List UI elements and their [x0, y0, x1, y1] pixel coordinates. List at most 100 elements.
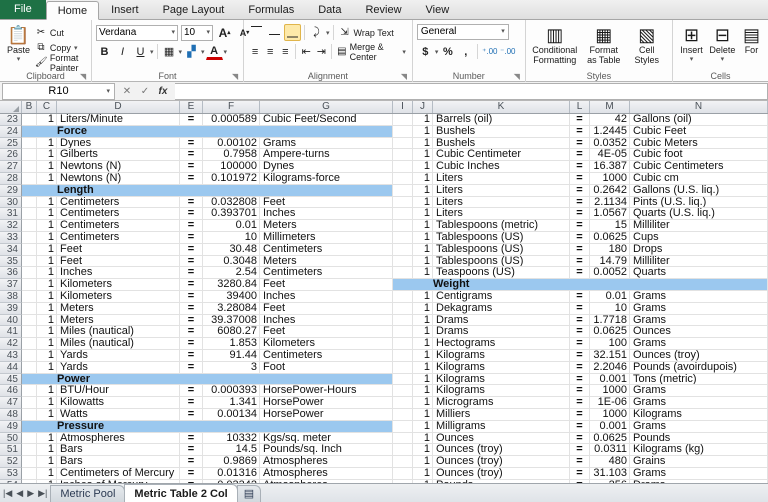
cell-D[interactable]: Bars: [57, 456, 180, 468]
cell-M[interactable]: 1.2445: [590, 126, 630, 138]
cell-J[interactable]: 1: [413, 244, 433, 256]
cell-B[interactable]: [22, 456, 37, 468]
cell-E[interactable]: =: [180, 444, 203, 456]
cell-J[interactable]: 1: [413, 315, 433, 327]
cell-F[interactable]: 10: [203, 232, 260, 244]
cell-E[interactable]: =: [180, 244, 203, 256]
cell-K[interactable]: Tablespoons (US): [433, 244, 570, 256]
row-header[interactable]: 37: [0, 279, 22, 291]
orientation-button[interactable]: ⤸: [308, 24, 325, 41]
cell-L[interactable]: =: [570, 138, 590, 150]
cell-D[interactable]: Newtons (N): [57, 161, 180, 173]
table-row[interactable]: 231Liters/Minute=0.000589Cubic Feet/Seco…: [0, 114, 768, 126]
format-painter-button[interactable]: 🖌 Format Painter: [33, 55, 87, 70]
row-header[interactable]: 31: [0, 208, 22, 220]
cell-N[interactable]: Ounces (troy): [630, 350, 768, 362]
cell-K[interactable]: Milligrams: [433, 421, 570, 433]
cell-J[interactable]: 1: [413, 350, 433, 362]
cell-F[interactable]: 0.00102: [203, 138, 260, 150]
cell-N[interactable]: Pounds: [630, 433, 768, 445]
cell-K[interactable]: Cubic Inches: [433, 161, 570, 173]
cell-F[interactable]: 0.000393: [203, 385, 260, 397]
row-header[interactable]: 51: [0, 444, 22, 456]
cell-N[interactable]: Kilograms: [630, 409, 768, 421]
row-header[interactable]: 25: [0, 138, 22, 150]
cell-B[interactable]: [22, 315, 37, 327]
cell-D[interactable]: Kilometers: [57, 279, 180, 291]
cell-L[interactable]: =: [570, 244, 590, 256]
table-row[interactable]: 501Atmospheres=10332Kgs/sq. meter1Ounces…: [0, 433, 768, 445]
cell-F[interactable]: 0.032808: [203, 197, 260, 209]
increase-indent-button[interactable]: ⇥: [314, 43, 328, 60]
cell-M[interactable]: 10: [590, 303, 630, 315]
bold-button[interactable]: B: [96, 43, 113, 60]
underline-button[interactable]: U: [132, 43, 149, 60]
table-row[interactable]: 391Meters=3.28084Feet1Dekagrams=10Grams: [0, 303, 768, 315]
row-header[interactable]: 27: [0, 161, 22, 173]
cell-B[interactable]: [22, 149, 37, 161]
row-header[interactable]: 32: [0, 220, 22, 232]
cell-K[interactable]: Kilograms: [433, 374, 570, 386]
cell-M[interactable]: 16.387: [590, 161, 630, 173]
align-middle-button[interactable]: ⎼: [266, 24, 283, 41]
cell-N[interactable]: Pounds (avoirdupois): [630, 362, 768, 374]
format-as-table-button[interactable]: ▦ Format as Table: [582, 24, 626, 65]
cell-D[interactable]: Centimeters: [57, 197, 180, 209]
cell-C[interactable]: 1: [37, 409, 57, 421]
cell-F[interactable]: 39.37008: [203, 315, 260, 327]
cell-I[interactable]: [393, 303, 413, 315]
tab-file[interactable]: File: [0, 0, 46, 19]
cell-J[interactable]: 1: [413, 456, 433, 468]
tab-review[interactable]: Review: [353, 0, 413, 19]
row-header[interactable]: 47: [0, 397, 22, 409]
cell-L[interactable]: =: [570, 173, 590, 185]
cell-F[interactable]: 1.341: [203, 397, 260, 409]
cell-K[interactable]: Drams: [433, 326, 570, 338]
cell-K[interactable]: Ounces (troy): [433, 444, 570, 456]
cell-I[interactable]: [393, 350, 413, 362]
cell-J[interactable]: 1: [413, 197, 433, 209]
cell-N[interactable]: Grains: [630, 456, 768, 468]
tab-page-layout[interactable]: Page Layout: [151, 0, 237, 19]
cell-D[interactable]: Centimeters: [57, 220, 180, 232]
cell-I[interactable]: [393, 138, 413, 150]
chevron-down-icon[interactable]: ▾: [501, 25, 505, 39]
currency-button[interactable]: $: [417, 43, 434, 60]
chevron-down-icon[interactable]: ▾: [179, 48, 183, 56]
chevron-down-icon[interactable]: ▾: [17, 55, 21, 63]
cell-D[interactable]: Centimeters of Mercury: [57, 468, 180, 480]
delete-cells-button[interactable]: ⊟ Delete ▾: [707, 24, 738, 63]
cell-B[interactable]: [22, 279, 37, 291]
increase-decimal-button[interactable]: ⁺.00: [481, 43, 498, 60]
table-row[interactable]: 351Feet=0.3048Meters1Tablespoons (US)=14…: [0, 256, 768, 268]
cell-D[interactable]: Dynes: [57, 138, 180, 150]
cancel-formula-icon[interactable]: ✕: [118, 84, 136, 99]
cell-C[interactable]: 1: [37, 315, 57, 327]
cell-E[interactable]: =: [180, 149, 203, 161]
cell-N[interactable]: Quarts: [630, 267, 768, 279]
tab-insert[interactable]: Insert: [99, 0, 151, 19]
cell-L[interactable]: =: [570, 291, 590, 303]
cell-M[interactable]: 0.01: [590, 291, 630, 303]
cell-B[interactable]: [22, 326, 37, 338]
cell-B[interactable]: [22, 291, 37, 303]
section-band-left[interactable]: Pressure: [22, 421, 393, 433]
table-row[interactable]: 411Miles (nautical)=6080.27Feet1Drams=0.…: [0, 326, 768, 338]
cell-E[interactable]: =: [180, 279, 203, 291]
cell-J[interactable]: 1: [413, 444, 433, 456]
row-header[interactable]: 30: [0, 197, 22, 209]
cell-G[interactable]: Meters: [260, 220, 393, 232]
cell-M[interactable]: 0.0052: [590, 267, 630, 279]
cell-K[interactable]: Cubic Centimeter: [433, 149, 570, 161]
insert-cells-button[interactable]: ⊞ Insert ▾: [677, 24, 706, 63]
decrease-indent-button[interactable]: ⇤: [299, 43, 313, 60]
row-header[interactable]: 45: [0, 374, 22, 386]
cell-E[interactable]: =: [180, 114, 203, 126]
cell-M[interactable]: 180: [590, 244, 630, 256]
cell-M[interactable]: 14.79: [590, 256, 630, 268]
cell-K[interactable]: Barrels (oil): [433, 114, 570, 126]
cell-I[interactable]: [393, 161, 413, 173]
table-row[interactable]: 471Kilowatts=1.341HorsePower1Micrograms=…: [0, 397, 768, 409]
cell-E[interactable]: =: [180, 173, 203, 185]
cell-F[interactable]: 0.393701: [203, 208, 260, 220]
